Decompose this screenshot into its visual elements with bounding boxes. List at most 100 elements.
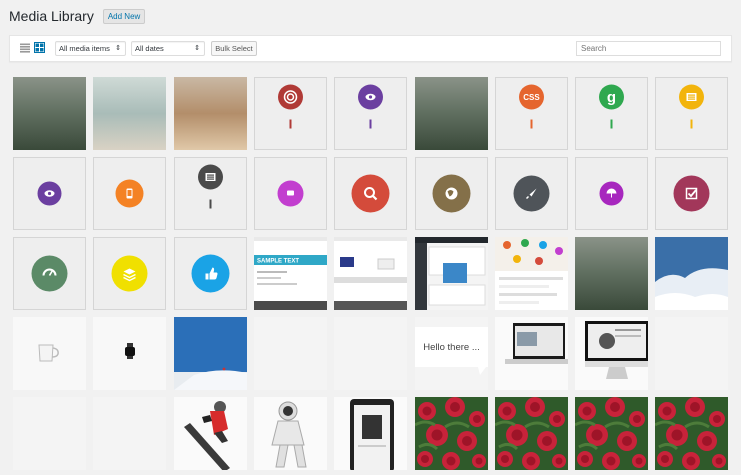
media-item-mug-icon[interactable] xyxy=(13,317,86,390)
gauge-icon xyxy=(31,255,68,292)
blank-image xyxy=(13,397,86,470)
eye-icon xyxy=(37,181,62,206)
media-item-blurred-photo[interactable] xyxy=(13,77,86,150)
media-item-layers-icon[interactable] xyxy=(93,237,166,310)
media-item-astronaut-photo[interactable] xyxy=(254,397,327,470)
search-icon xyxy=(351,174,390,213)
svg-text:CSS: CSS xyxy=(523,93,540,102)
media-item-umbrella-icon[interactable] xyxy=(575,157,648,230)
media-item-eye-icon[interactable] xyxy=(13,157,86,230)
media-item-clouds-photo[interactable] xyxy=(655,237,728,310)
chat-bubble-icon xyxy=(277,180,304,207)
media-item-imac-icon[interactable] xyxy=(575,317,648,390)
blurred-photo xyxy=(174,77,247,150)
add-new-button[interactable]: Add New xyxy=(102,8,146,24)
smartphone-icon xyxy=(115,179,144,208)
skier-photo xyxy=(174,317,247,390)
laptop-icon xyxy=(495,317,568,390)
media-item-blank-image[interactable] xyxy=(334,317,407,390)
imac-icon xyxy=(575,317,648,390)
media-item-css-icon[interactable]: CSS xyxy=(495,77,568,150)
media-item-watch-icon[interactable] xyxy=(93,317,166,390)
astronaut-photo xyxy=(254,397,327,470)
dashboard-screenshot xyxy=(415,237,488,310)
speech-bubble-icon: Hello there ... xyxy=(415,317,488,390)
media-item-roses-photo[interactable] xyxy=(575,397,648,470)
media-item-app-icons-screenshot[interactable] xyxy=(495,237,568,310)
media-toolbar: All media items ⇕ All dates ⇕ Bulk Selec… xyxy=(9,35,732,62)
media-item-laptop-icon[interactable] xyxy=(495,317,568,390)
media-item-smartphone-icon[interactable] xyxy=(93,157,166,230)
list-view-icon[interactable] xyxy=(20,43,30,53)
media-item-globe-icon[interactable] xyxy=(415,157,488,230)
media-item-blank-image[interactable] xyxy=(13,397,86,470)
blurred-photo xyxy=(13,77,86,150)
blurred-photo xyxy=(575,237,648,310)
media-item-skier-photo[interactable] xyxy=(174,317,247,390)
roses-photo xyxy=(575,397,648,470)
layers-icon xyxy=(111,255,148,292)
media-item-snowboarder-photo[interactable] xyxy=(174,397,247,470)
media-item-gauge-icon[interactable] xyxy=(13,237,86,310)
media-item-eye-icon[interactable] xyxy=(334,77,407,150)
media-item-speech-bubble-icon[interactable]: Hello there ... xyxy=(415,317,488,390)
globe-icon xyxy=(432,174,471,213)
date-filter[interactable]: All dates ⇕ xyxy=(131,41,205,56)
media-item-checkbox-icon[interactable] xyxy=(655,157,728,230)
media-item-roses-photo[interactable] xyxy=(495,397,568,470)
media-item-google-icon[interactable]: g xyxy=(575,77,648,150)
google-icon: g xyxy=(599,84,624,129)
blurred-photo xyxy=(93,77,166,150)
media-item-roses-photo[interactable] xyxy=(415,397,488,470)
blurred-photo xyxy=(415,77,488,150)
blank-image xyxy=(93,397,166,470)
blank-image xyxy=(334,317,407,390)
grid-view-icon[interactable] xyxy=(34,42,45,53)
media-item-blank-image[interactable] xyxy=(655,317,728,390)
roses-photo xyxy=(655,397,728,470)
media-item-thumbs-up-icon[interactable] xyxy=(174,237,247,310)
webpage-screenshot: SAMPLE TEXT xyxy=(254,237,327,310)
media-item-blank-image[interactable] xyxy=(93,397,166,470)
media-item-roses-photo[interactable] xyxy=(655,397,728,470)
media-item-webpage-screenshot[interactable] xyxy=(334,237,407,310)
media-item-blurred-photo[interactable] xyxy=(93,77,166,150)
media-item-dashboard-screenshot[interactable] xyxy=(415,237,488,310)
media-type-filter[interactable]: All media items ⇕ xyxy=(55,41,126,56)
list-icon xyxy=(198,164,223,209)
roses-photo xyxy=(495,397,568,470)
tablet-icon xyxy=(334,397,407,470)
select-arrows-icon: ⇕ xyxy=(115,45,121,52)
rocket-icon xyxy=(513,175,550,212)
page-header: Media Library Add New xyxy=(9,8,146,24)
clouds-photo xyxy=(655,237,728,310)
media-item-webpage-screenshot[interactable]: SAMPLE TEXT xyxy=(254,237,327,310)
media-item-blank-image[interactable] xyxy=(254,317,327,390)
date-value: All dates xyxy=(135,44,164,53)
bulk-select-button[interactable]: Bulk Select xyxy=(211,41,257,56)
media-item-blurred-photo[interactable] xyxy=(415,77,488,150)
snowboarder-photo xyxy=(174,397,247,470)
media-item-target-icon[interactable] xyxy=(254,77,327,150)
media-item-search-icon[interactable] xyxy=(334,157,407,230)
select-arrows-icon: ⇕ xyxy=(194,45,200,52)
target-icon xyxy=(278,84,303,129)
media-item-document-list-icon[interactable] xyxy=(655,77,728,150)
svg-text:g: g xyxy=(607,89,616,106)
mug-icon xyxy=(13,317,86,390)
blank-image xyxy=(254,317,327,390)
checkbox-icon xyxy=(673,175,710,212)
page-title: Media Library xyxy=(9,8,94,24)
media-item-tablet-icon[interactable] xyxy=(334,397,407,470)
media-type-value: All media items xyxy=(59,44,110,53)
media-item-rocket-icon[interactable] xyxy=(495,157,568,230)
eye-icon xyxy=(358,84,383,129)
blank-image xyxy=(655,317,728,390)
webpage-screenshot xyxy=(334,237,407,310)
app-icons-screenshot xyxy=(495,237,568,310)
media-item-chat-bubble-icon[interactable] xyxy=(254,157,327,230)
media-item-blurred-photo[interactable] xyxy=(575,237,648,310)
search-input[interactable] xyxy=(576,41,721,56)
media-item-list-icon[interactable] xyxy=(174,157,247,230)
media-item-blurred-photo[interactable] xyxy=(174,77,247,150)
